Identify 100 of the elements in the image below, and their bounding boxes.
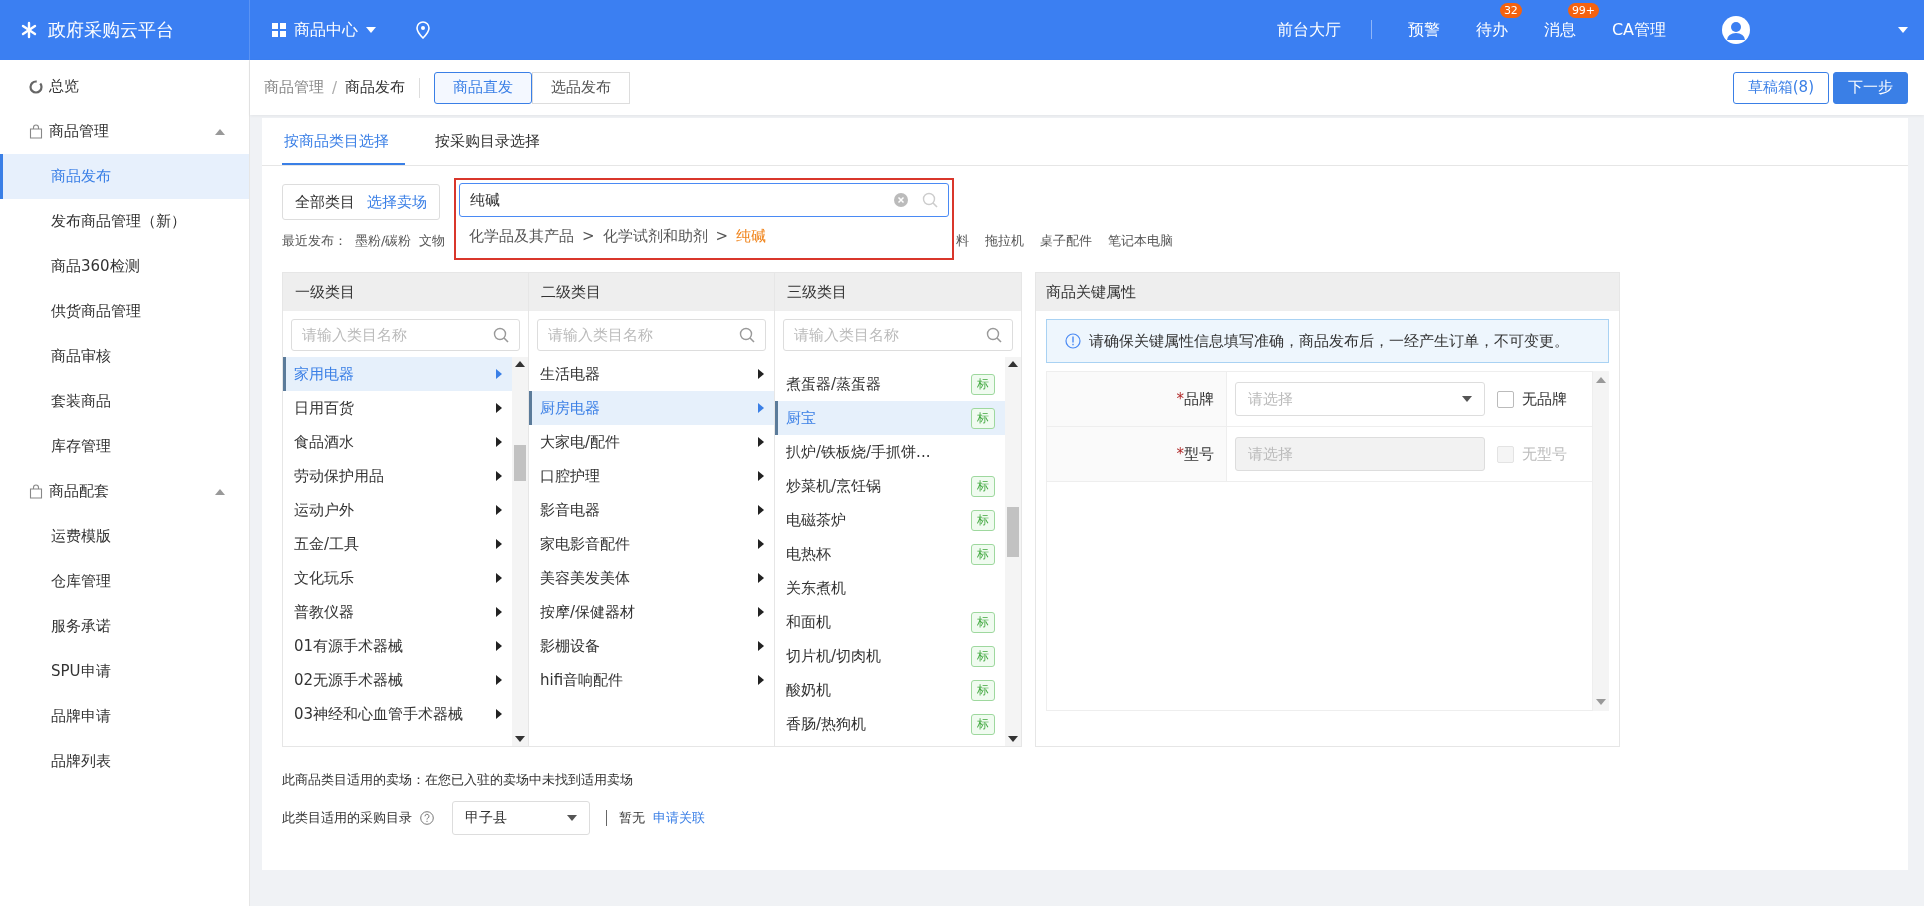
caret-up-icon (1596, 377, 1606, 383)
tag-label: 标 (971, 509, 995, 531)
recent-link[interactable]: 桌子配件 (1040, 232, 1092, 250)
category-item[interactable]: 普教仪器 (283, 595, 512, 629)
scrollbar[interactable] (1593, 371, 1609, 711)
module-menu[interactable]: 商品中心 (294, 19, 358, 41)
category-item[interactable]: 食品酒水 (283, 425, 512, 459)
category-item[interactable]: 03神经和心血管手术器械 (283, 697, 512, 731)
category-item[interactable]: 美容美发美体 (529, 561, 774, 595)
caret-up-icon (215, 128, 225, 135)
category-tab[interactable]: 按商品类目选择 (282, 132, 405, 165)
nav-link[interactable]: 待办 (1475, 19, 1508, 39)
sidebar-item[interactable]: 品牌申请 (0, 694, 249, 739)
column-header: 二级类目 (529, 273, 774, 311)
search-suggestion[interactable]: 化学品及其产品 > 化学试剂和助剂 > 纯碱 (459, 217, 949, 255)
nav-link[interactable]: 消息 (1543, 19, 1576, 39)
drafts-button[interactable]: 草稿箱(8) (1732, 71, 1829, 104)
category-item[interactable]: 影棚设备 (529, 629, 774, 663)
checkbox-label: 无型号 (1522, 444, 1567, 464)
category-item[interactable]: hifi音响配件 (529, 663, 774, 697)
sidebar-item[interactable]: 库存管理 (0, 424, 249, 469)
category-item[interactable]: 01有源手术器械 (283, 629, 512, 663)
category-item[interactable]: 关东煮机 (775, 571, 1005, 605)
sidebar-item[interactable]: 商品发布 (0, 154, 249, 199)
caret-right-icon (496, 369, 502, 379)
breadcrumb-separator: / (332, 78, 338, 97)
search-icon (493, 327, 509, 343)
choose-market-link[interactable]: 选择卖场 (367, 192, 427, 212)
nav-link[interactable]: CA管理 (1611, 19, 1666, 39)
category-item[interactable]: 运动户外 (283, 493, 512, 527)
nav-link[interactable]: 预警 (1407, 19, 1440, 39)
scrollbar-thumb[interactable] (1007, 507, 1019, 557)
category-item[interactable]: 香肠/热狗机 标 (775, 707, 1005, 741)
caret-down-icon (515, 736, 525, 742)
avatar-icon (1722, 16, 1750, 44)
caret-right-icon (496, 403, 502, 413)
checkbox[interactable] (1497, 390, 1514, 408)
category-item[interactable]: 煮蛋器/蒸蛋器 标 (775, 367, 1005, 401)
category-item[interactable]: 五金/工具 (283, 527, 512, 561)
recent-link[interactable]: 笔记本电脑 (1108, 232, 1173, 250)
recent-link[interactable]: 拖拉机 (985, 232, 1024, 250)
category-item[interactable]: 日用百货 (283, 391, 512, 425)
sidebar-item[interactable]: 服务承诺 (0, 604, 249, 649)
sidebar-item[interactable]: 供货商品管理 (0, 289, 249, 334)
nav-link[interactable]: 前台大厅 (1276, 19, 1372, 39)
category-item[interactable]: 家电影音配件 (529, 527, 774, 561)
category-item[interactable]: 按摩/保健器材 (529, 595, 774, 629)
caret-right-icon (496, 607, 502, 617)
scrollbar-thumb[interactable] (514, 445, 526, 481)
category-item[interactable]: 电热杯 标 (775, 537, 1005, 571)
required-marker: * (1176, 390, 1184, 408)
required-marker: * (1176, 445, 1184, 463)
sidebar-item[interactable]: 套装商品 (0, 379, 249, 424)
sidebar-item[interactable]: 发布商品管理（新） (0, 199, 249, 244)
sidebar-item[interactable]: 商品360检测 (0, 244, 249, 289)
mode-tab[interactable]: 商品直发 (434, 71, 533, 104)
category-item[interactable]: 厨宝 标 (775, 401, 1005, 435)
sidebar-group[interactable]: 商品管理 (0, 109, 249, 154)
scrollbar[interactable] (1005, 357, 1021, 746)
category-item[interactable]: 扒炉/铁板烧/手抓饼... (775, 435, 1005, 469)
category-item[interactable]: 和面机 标 (775, 605, 1005, 639)
recent-link[interactable]: 文物 (419, 232, 446, 250)
count-badge: 99+ (1567, 2, 1600, 18)
category-item[interactable]: 切片机/切肉机 标 (775, 639, 1005, 673)
sidebar-item[interactable]: 总览 (0, 64, 249, 109)
category-item[interactable]: 02无源手术器械 (283, 663, 512, 697)
next-button[interactable]: 下一步 (1833, 71, 1908, 104)
search-field[interactable]: 纯碱 (459, 183, 949, 217)
catalog-label: 此类目适用的采购目录 (282, 809, 412, 827)
catalog-select[interactable]: 甲子县 (452, 801, 590, 835)
category-item[interactable]: 炒菜机/烹饪锅 标 (775, 469, 1005, 503)
category-item[interactable]: 口腔护理 (529, 459, 774, 493)
category-item[interactable]: 影音电器 (529, 493, 774, 527)
caret-right-icon (758, 369, 764, 379)
sidebar-item[interactable]: 品牌列表 (0, 739, 249, 784)
category-item[interactable]: 生活电器 (529, 357, 774, 391)
sidebar-group[interactable]: 商品配套 (0, 469, 249, 514)
category-item[interactable]: 厨房电器 (529, 391, 774, 425)
recent-link[interactable]: 墨粉/碳粉 (355, 232, 412, 250)
sidebar-item[interactable]: 商品审核 (0, 334, 249, 379)
caret-right-icon (758, 539, 764, 549)
caret-right-icon (496, 539, 502, 549)
caret-right-icon (496, 573, 502, 583)
category-tab[interactable]: 按采购目录选择 (433, 132, 556, 165)
sidebar-item[interactable]: SPU申请 (0, 649, 249, 694)
tag-label: 标 (971, 645, 995, 667)
category-item[interactable]: 文化玩乐 (283, 561, 512, 595)
category-item[interactable]: 酸奶机 标 (775, 673, 1005, 707)
category-item[interactable]: 劳动保护用品 (283, 459, 512, 493)
scrollbar[interactable] (512, 357, 528, 746)
category-item[interactable]: 大家电/配件 (529, 425, 774, 459)
mode-tab[interactable]: 选品发布 (532, 71, 631, 104)
apply-link[interactable]: 申请关联 (653, 809, 705, 827)
category-item[interactable]: 家用电器 (283, 357, 512, 391)
sidebar-item[interactable]: 仓库管理 (0, 559, 249, 604)
tag-label: 标 (971, 475, 995, 497)
category-item[interactable]: 电磁茶炉 标 (775, 503, 1005, 537)
recent-link[interactable]: 料 (956, 232, 969, 250)
sidebar-item[interactable]: 运费模版 (0, 514, 249, 559)
breadcrumb-link[interactable]: 商品管理 (264, 78, 324, 97)
